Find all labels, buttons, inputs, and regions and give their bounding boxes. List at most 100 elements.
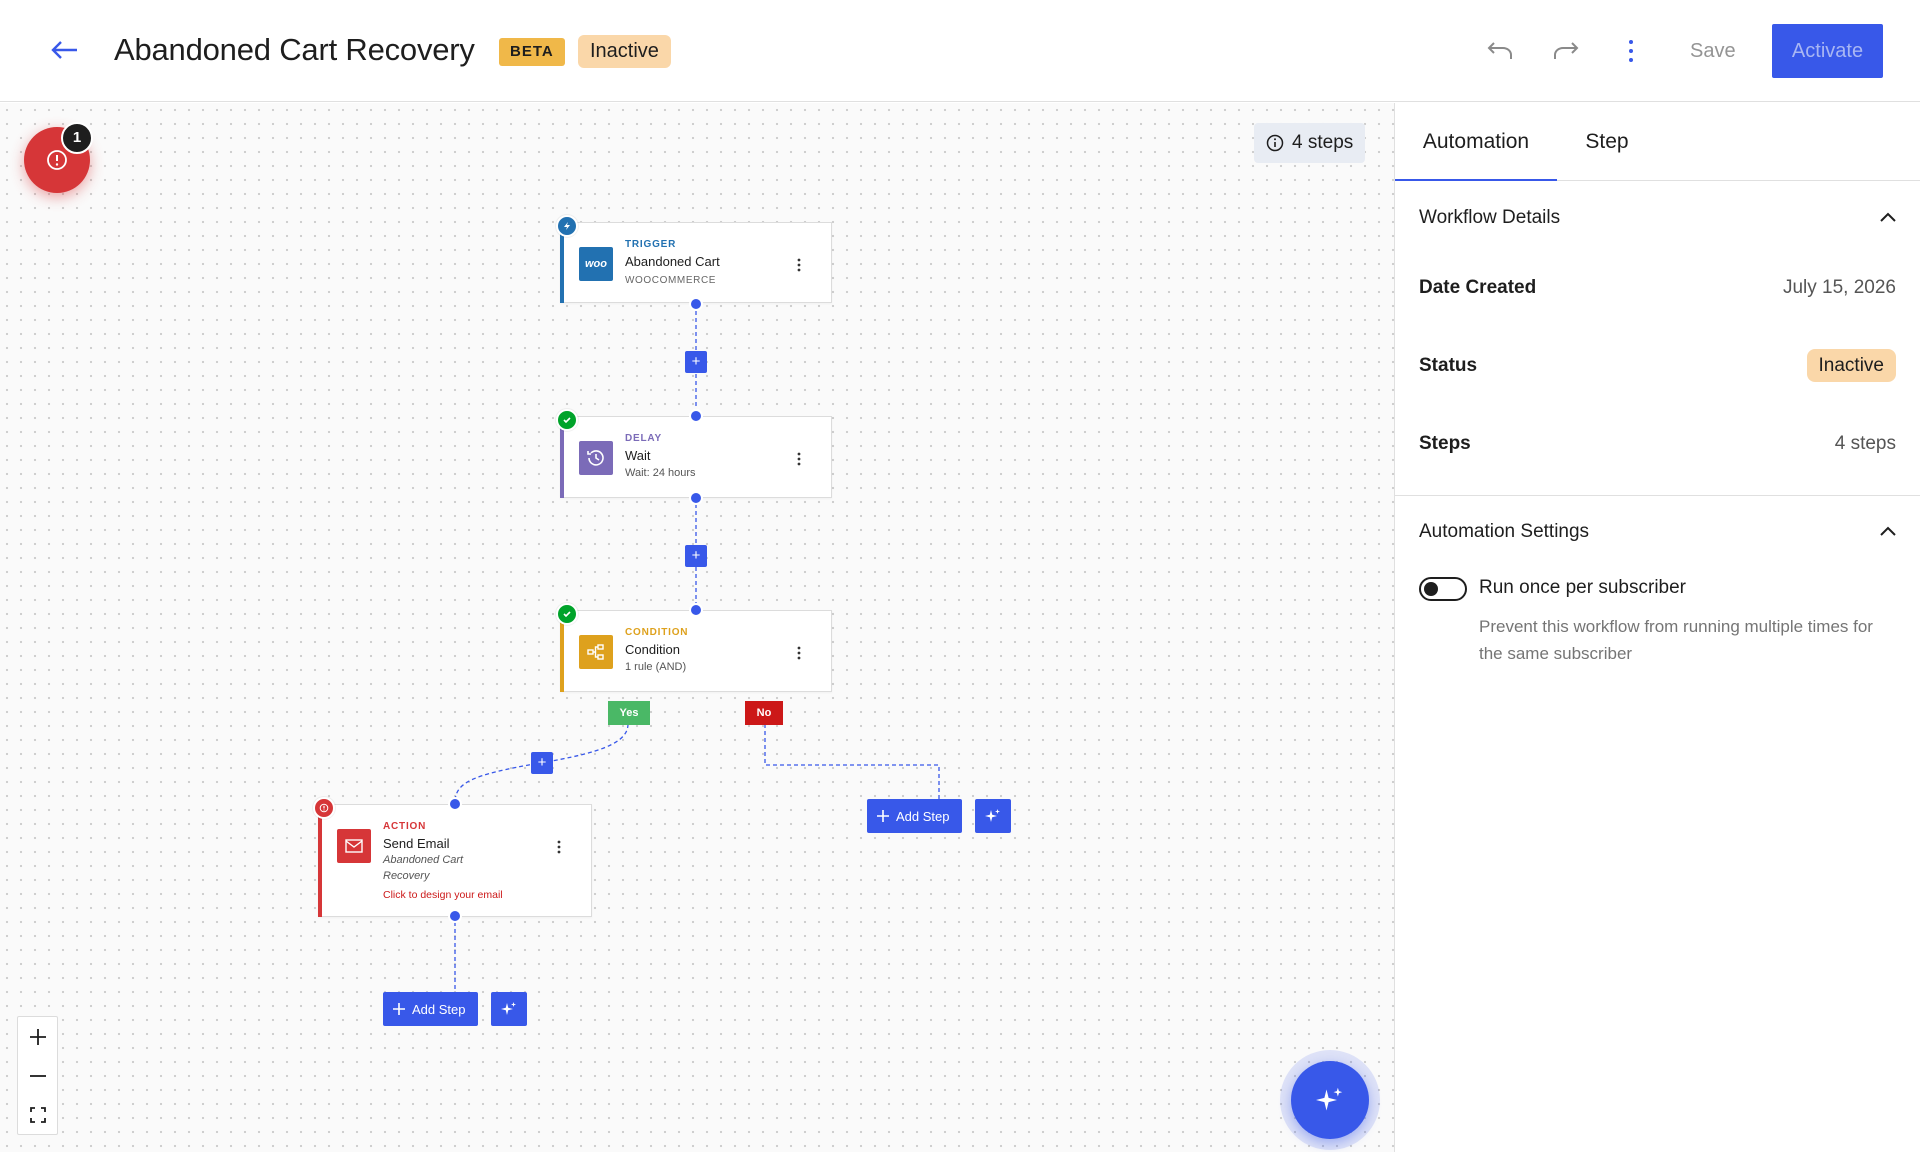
output-port[interactable]: [689, 297, 703, 311]
undo-icon: [1487, 42, 1512, 59]
node-title: Wait: [625, 448, 651, 463]
add-step-label: Add Step: [896, 808, 950, 824]
branch-yes-label[interactable]: Yes: [608, 701, 650, 725]
run-once-label: Run once per subscriber: [1479, 577, 1686, 598]
zoom-out-button[interactable]: [18, 1056, 57, 1095]
ai-suggest-button[interactable]: [975, 799, 1011, 833]
more-vertical-icon: [797, 452, 801, 466]
trigger-node[interactable]: woo TRIGGER Abandoned Cart WOOCOMMERCE: [560, 222, 832, 303]
section-heading: Workflow Details: [1419, 207, 1561, 228]
run-once-toggle[interactable]: [1419, 577, 1467, 601]
condition-node[interactable]: CONDITION Condition 1 rule (AND): [560, 610, 832, 692]
tab-step[interactable]: Step: [1557, 103, 1657, 181]
sidebar-tabs: Automation Step: [1395, 103, 1920, 181]
status-badge: Inactive: [1806, 349, 1896, 382]
node-title: Condition: [625, 642, 680, 657]
insert-step-button[interactable]: +: [685, 351, 707, 373]
node-subtitle: WOOCOMMERCE: [625, 275, 717, 286]
node-title: Abandoned Cart: [625, 254, 720, 269]
insert-step-button[interactable]: +: [531, 752, 553, 774]
node-subtitle: Wait: 24 hours: [625, 467, 696, 479]
node-subtitle: Recovery: [383, 870, 430, 882]
input-port[interactable]: [689, 409, 703, 423]
design-email-warning[interactable]: Click to design your email: [383, 889, 503, 901]
fit-view-button[interactable]: [18, 1095, 57, 1134]
node-menu-button[interactable]: [553, 837, 565, 857]
tab-automation[interactable]: Automation: [1395, 103, 1557, 181]
zoom-controls: [17, 1016, 58, 1135]
redo-button[interactable]: [1546, 31, 1586, 71]
plus-icon: [393, 1003, 405, 1015]
run-once-help: Prevent this workflow from running multi…: [1479, 617, 1873, 663]
more-vertical-icon: [797, 258, 801, 272]
add-step-button[interactable]: Add Step: [867, 799, 962, 833]
sparkles-icon: [1316, 1087, 1343, 1111]
back-button[interactable]: [44, 32, 84, 68]
app-root: Abandoned Cart Recovery BETA Inactive Sa…: [0, 0, 1920, 1152]
ai-assistant-button[interactable]: [1280, 1050, 1380, 1150]
arrow-left-icon: [51, 41, 77, 59]
insert-step-button[interactable]: +: [685, 545, 707, 567]
beta-badge: BETA: [499, 38, 565, 66]
more-options-button[interactable]: [1611, 31, 1651, 71]
input-port[interactable]: [448, 797, 462, 811]
node-type-label: CONDITION: [625, 627, 689, 638]
info-icon: [1266, 134, 1284, 152]
save-button[interactable]: Save: [1676, 30, 1750, 72]
branch-no-label[interactable]: No: [745, 701, 783, 725]
undo-button[interactable]: [1480, 31, 1520, 71]
output-port[interactable]: [448, 909, 462, 923]
action-node[interactable]: ACTION Send Email Abandoned Cart Recover…: [318, 804, 592, 917]
condition-branch-icon: [579, 635, 613, 669]
date-created-value: July 15, 2026: [1782, 277, 1896, 298]
warning-icon: [47, 150, 67, 170]
ai-suggest-button[interactable]: [491, 992, 527, 1026]
mail-icon: [337, 829, 371, 863]
settings-sidebar: Automation Step Workflow Details Date Cr…: [1394, 103, 1920, 1152]
activate-button[interactable]: Activate: [1772, 24, 1883, 78]
steps-count-label: 4 steps: [1292, 132, 1354, 153]
node-subtitle: Abandoned Cart: [383, 854, 464, 866]
workflow-canvas[interactable]: woo TRIGGER Abandoned Cart WOOCOMMERCE +…: [0, 103, 1394, 1152]
node-accent-bar: [318, 804, 322, 917]
node-type-label: ACTION: [383, 821, 427, 832]
zoom-in-button[interactable]: [18, 1017, 57, 1056]
error-icon: [313, 797, 335, 819]
date-created-label: Date Created: [1419, 277, 1537, 298]
fullscreen-icon: [29, 1106, 46, 1123]
output-port[interactable]: [689, 491, 703, 505]
automation-settings-header[interactable]: Automation Settings: [1419, 517, 1897, 547]
section-heading: Automation Settings: [1419, 521, 1590, 542]
redo-icon: [1554, 42, 1579, 59]
status-badge: Inactive: [578, 35, 671, 68]
check-icon: [556, 409, 578, 431]
steps-count-pill: 4 steps: [1254, 123, 1366, 163]
chevron-up-icon: [1880, 526, 1896, 536]
node-type-label: DELAY: [625, 433, 662, 444]
steps-value: 4 steps: [1834, 433, 1896, 454]
more-vertical-icon: [1629, 40, 1633, 62]
alert-count-badge: 1: [61, 122, 93, 154]
input-port[interactable]: [689, 603, 703, 617]
more-vertical-icon: [797, 646, 801, 660]
ai-assistant-inner: [1291, 1061, 1369, 1139]
add-step-button[interactable]: Add Step: [383, 992, 478, 1026]
sparkles-icon: [985, 809, 1000, 822]
node-subtitle: 1 rule (AND): [625, 661, 687, 673]
status-label: Status: [1419, 355, 1478, 376]
node-menu-button[interactable]: [793, 643, 805, 663]
trigger-status-icon: [556, 215, 578, 237]
workflow-details-header[interactable]: Workflow Details: [1419, 203, 1897, 233]
node-menu-button[interactable]: [793, 449, 805, 469]
clock-icon: [579, 441, 613, 475]
woo-logo-text: woo: [585, 258, 607, 270]
delay-node[interactable]: DELAY Wait Wait: 24 hours: [560, 416, 832, 498]
divider: [1395, 495, 1920, 496]
node-type-label: TRIGGER: [625, 239, 677, 250]
more-vertical-icon: [557, 840, 561, 854]
steps-label: Steps: [1419, 433, 1471, 454]
node-menu-button[interactable]: [793, 255, 805, 275]
add-step-label: Add Step: [412, 1001, 466, 1017]
top-bar: Abandoned Cart Recovery BETA Inactive Sa…: [0, 0, 1920, 102]
node-title: Send Email: [383, 836, 450, 851]
